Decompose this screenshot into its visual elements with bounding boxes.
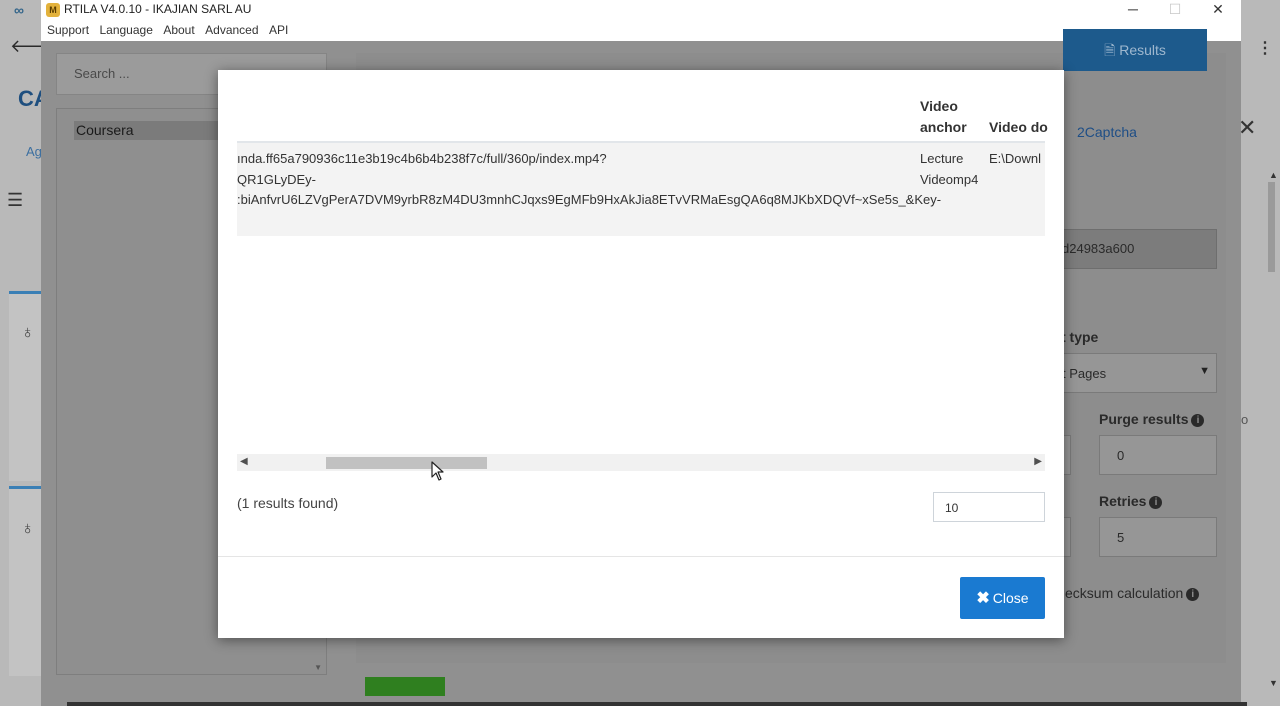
scroll-right-icon[interactable]: ▶ xyxy=(1034,456,1042,467)
checksum-label: ecksum calculation i xyxy=(1065,585,1200,601)
purge-label: Purge results i xyxy=(1099,411,1205,427)
checksum-label-text: ecksum calculation xyxy=(1065,585,1184,601)
close-button-label: Close xyxy=(992,590,1029,606)
retries-value: 5 xyxy=(1117,530,1125,545)
retries-label-text: Retries xyxy=(1099,493,1147,509)
page-size-input[interactable]: 10 xyxy=(933,492,1045,522)
outer-browser-left: ∞ 🡐 CA Ag ☰ ♁ ♁ xyxy=(0,0,58,706)
purge-input[interactable]: 0 xyxy=(1099,435,1217,475)
title-bar: M RTILA V4.0.10 - IKAJIAN SARL AU ─ ☐ ✕ xyxy=(41,0,1241,20)
scroll-down-icon[interactable]: ▼ xyxy=(1269,678,1278,688)
search-placeholder: Search ... xyxy=(74,66,130,81)
cell-line: Lecture xyxy=(920,151,964,166)
info-icon[interactable]: i xyxy=(1186,588,1200,601)
video-download-cell: E:\Downl xyxy=(989,151,1042,166)
column-header-line: anchor xyxy=(920,119,967,135)
menu-advanced[interactable]: Advanced xyxy=(205,20,258,41)
chevron-down-icon: ▼ xyxy=(1199,365,1210,377)
close-settings-icon[interactable]: ✕ xyxy=(1238,115,1256,141)
project-item-label: Coursera xyxy=(76,122,134,138)
column-header-video-anchor[interactable]: Video anchor xyxy=(920,96,967,138)
results-modal: Video anchor Video do ında.ff65a790936c1… xyxy=(218,70,1064,638)
result-type-label: t type xyxy=(1061,329,1099,345)
url-line: QR1GLyDEy- xyxy=(237,171,316,187)
window-title: RTILA V4.0.10 - IKAJIAN SARL AU xyxy=(64,2,252,16)
scrollbar-thumb[interactable] xyxy=(326,457,487,469)
url-line: ında.ff65a790936c11e3b19c4b6b4b238f7c/fu… xyxy=(237,151,607,166)
scroll-down-icon[interactable]: ▼ xyxy=(314,663,322,672)
partial-text: o xyxy=(1241,412,1249,427)
project-id-value: d24983a600 xyxy=(1062,241,1135,256)
menu-support[interactable]: Support xyxy=(47,20,89,41)
menu-about[interactable]: About xyxy=(163,20,194,41)
nav-link-partial[interactable]: Ag xyxy=(26,144,42,159)
list-icon[interactable]: ☰ xyxy=(7,190,23,211)
url-cell: ında.ff65a790936c11e3b19c4b6b4b238f7c/fu… xyxy=(237,149,942,211)
info-icon[interactable]: i xyxy=(1191,414,1205,427)
bottom-edge xyxy=(67,702,1247,706)
video-anchor-cell: Lecture Videomp4 xyxy=(920,149,978,190)
outer-browser-right: ⋮ ▲ o ▼ xyxy=(1241,0,1280,706)
outer-card xyxy=(9,291,41,481)
retries-input[interactable]: 5 xyxy=(1099,517,1217,557)
table-row: ında.ff65a790936c11e3b19c4b6b4b238f7c/fu… xyxy=(237,143,1045,236)
maximize-button[interactable]: ☐ xyxy=(1154,0,1196,20)
menu-language[interactable]: Language xyxy=(99,20,152,41)
file-icon: 🗎 xyxy=(1104,42,1120,58)
captcha-link[interactable]: 2Captcha xyxy=(1077,124,1137,140)
app-logo-icon: M xyxy=(46,3,60,17)
close-button[interactable]: ✖ Close xyxy=(960,577,1045,619)
page-size-value: 10 xyxy=(945,501,959,515)
scroll-up-icon[interactable]: ▲ xyxy=(1269,170,1278,180)
results-count: (1 results found) xyxy=(237,495,339,511)
menu-bar: Support Language About Advanced API xyxy=(41,20,1241,41)
results-tab-button[interactable]: 🗎 Results xyxy=(1063,29,1207,71)
browser-menu-icon[interactable]: ⋮ xyxy=(1257,38,1273,58)
info-icon[interactable]: i xyxy=(1149,496,1163,509)
menu-api[interactable]: API xyxy=(269,20,288,41)
cell-line: Videomp4 xyxy=(920,171,979,187)
purge-value: 0 xyxy=(1117,448,1125,463)
project-id-field: d24983a600 xyxy=(1061,229,1217,269)
run-button[interactable] xyxy=(365,677,445,696)
url-line: :biAnfvrU6LZVgPerA7DVM9yrbR8zM4DU3mnhCJq… xyxy=(237,192,942,207)
outer-card xyxy=(9,486,41,676)
scroll-left-icon[interactable]: ◀ xyxy=(240,456,248,467)
lightbulb-icon: ♁ xyxy=(21,518,35,538)
browser-tab-icon[interactable]: ∞ xyxy=(14,2,24,18)
result-type-select[interactable]: t Pages ▼ xyxy=(1061,353,1217,393)
horizontal-scrollbar[interactable]: ◀ ▶ xyxy=(237,454,1045,471)
scrollbar-thumb[interactable] xyxy=(1268,182,1275,272)
column-header-line: Video do xyxy=(989,119,1048,135)
purge-label-text: Purge results xyxy=(1099,411,1189,427)
close-icon: ✖ xyxy=(976,590,990,607)
results-tab-label: Results xyxy=(1119,42,1166,58)
table-header: Video anchor Video do xyxy=(237,70,1048,143)
modal-divider xyxy=(218,556,1064,557)
result-type-value: t Pages xyxy=(1062,366,1107,381)
minimize-button[interactable]: ─ xyxy=(1112,0,1154,20)
mouse-cursor-icon xyxy=(431,461,444,481)
lightbulb-icon: ♁ xyxy=(21,322,35,342)
column-header-video-download[interactable]: Video do xyxy=(989,117,1048,138)
column-header-line: Video xyxy=(920,98,958,114)
retries-label: Retries i xyxy=(1099,493,1163,509)
close-window-button[interactable]: ✕ xyxy=(1197,0,1239,20)
